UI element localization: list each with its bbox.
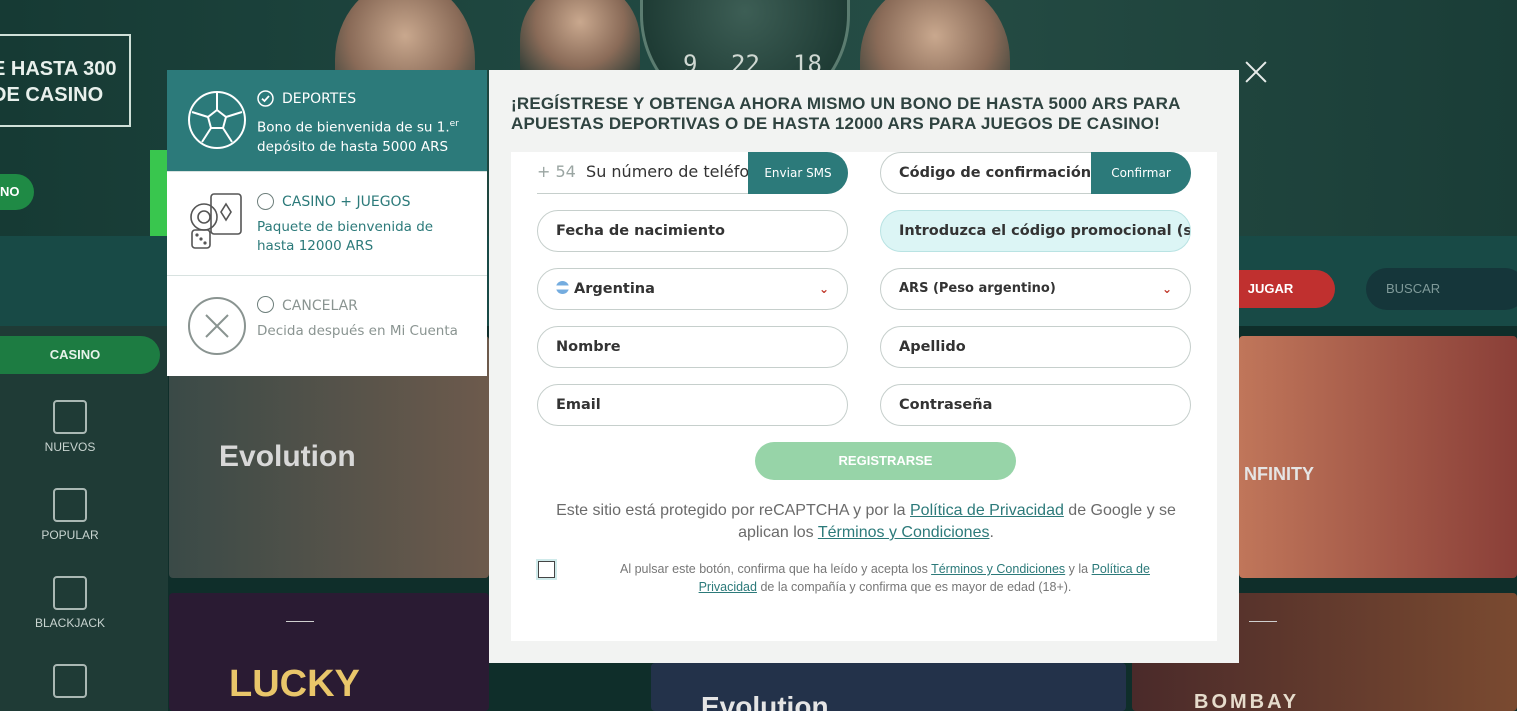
terms-text: Al pulsar este botón, confirma que ha le…	[620, 562, 1150, 594]
poker-cards-icon	[53, 664, 87, 698]
promo-box: E HASTA 300 DE CASINO	[0, 34, 131, 127]
bonus-description: Paquete de bienvenida de hasta 12000 ARS	[257, 219, 434, 254]
registration-form: + 54 Su número de teléfono Enviar SMS Có…	[511, 152, 1217, 641]
password-field[interactable]: Contraseña	[880, 384, 1191, 426]
bonus-option-cancelar[interactable]: CANCELAR Decida después en Mi Cuenta	[167, 276, 487, 376]
casino-chips-icon	[190, 193, 242, 249]
radio-icon[interactable]	[257, 193, 274, 210]
soccer-ball-icon	[188, 91, 246, 149]
send-sms-button[interactable]: Enviar SMS	[748, 152, 848, 194]
modal-title: ¡REGÍSTRESE Y OBTENGA AHORA MISMO UN BON…	[511, 94, 1180, 133]
email-field[interactable]: Email	[537, 384, 848, 426]
confirm-button[interactable]: Confirmar	[1091, 152, 1191, 194]
terms-checkbox[interactable]	[538, 561, 555, 578]
hero-cta-button[interactable]: NO	[0, 174, 34, 210]
argentina-flag-icon	[556, 281, 569, 294]
game-tile-evolution-2[interactable]: Evolution	[651, 663, 1126, 711]
checked-radio-icon[interactable]	[257, 90, 274, 107]
bonus-title: CANCELAR	[282, 298, 358, 314]
recaptcha-notice: Este sitio está protegido por reCAPTCHA …	[556, 502, 1176, 541]
currency-select[interactable]: ARS (Peso argentino) ⌄	[880, 268, 1191, 310]
register-button[interactable]: REGISTRARSE	[755, 442, 1016, 480]
surname-field[interactable]: Apellido	[880, 326, 1191, 368]
sidebar-item-nuevos[interactable]: NUEVOS	[0, 400, 140, 454]
bonus-option-deportes[interactable]: DEPORTES Bono de bienvenida de su 1.er d…	[167, 70, 487, 172]
chevron-down-icon: ⌄	[818, 282, 829, 296]
sidebar-item-poker[interactable]	[0, 664, 140, 704]
bonus-description: Bono de bienvenida de su 1.er depósito d…	[257, 119, 459, 155]
bonus-option-casino[interactable]: CASINO + JUEGOS Paquete de bienvenida de…	[167, 172, 487, 276]
sidebar-item-popular[interactable]: POPULAR	[0, 488, 140, 542]
game-tile-infinity[interactable]: NFINITY	[1239, 336, 1517, 578]
search-input[interactable]: BUSCAR	[1366, 268, 1517, 310]
cancel-circle-icon	[188, 297, 246, 355]
slot-machine-icon	[53, 488, 87, 522]
promo-code-field[interactable]: Introduzca el código promocional (si lo	[880, 210, 1191, 252]
bonus-selector: DEPORTES Bono de bienvenida de su 1.er d…	[167, 70, 487, 376]
birthdate-field[interactable]: Fecha de nacimiento	[537, 210, 848, 252]
name-field[interactable]: Nombre	[537, 326, 848, 368]
cards-icon	[53, 576, 87, 610]
sidebar-item-blackjack[interactable]: BLACKJACK	[0, 576, 140, 630]
bonus-title: DEPORTES	[282, 91, 357, 107]
privacy-policy-link[interactable]: Política de Privacidad	[910, 502, 1064, 519]
chevron-down-icon: ⌄	[1161, 282, 1172, 296]
radio-icon[interactable]	[257, 296, 274, 313]
terms-link[interactable]: Términos y Condiciones	[931, 562, 1065, 576]
terms-link[interactable]: Términos y Condiciones	[818, 524, 990, 541]
close-icon[interactable]	[1244, 60, 1268, 84]
bonus-title: CASINO + JUEGOS	[282, 194, 411, 210]
bonus-description: Decida después en Mi Cuenta	[257, 323, 458, 339]
dice-icon	[53, 400, 87, 434]
registration-modal: ¡REGÍSTRESE Y OBTENGA AHORA MISMO UN BON…	[489, 70, 1239, 663]
game-tile-lucky-streak[interactable]: LUCKY	[169, 593, 489, 711]
country-select[interactable]: Argentina ⌄	[537, 268, 848, 310]
tab-casino[interactable]: CASINO	[0, 336, 160, 374]
